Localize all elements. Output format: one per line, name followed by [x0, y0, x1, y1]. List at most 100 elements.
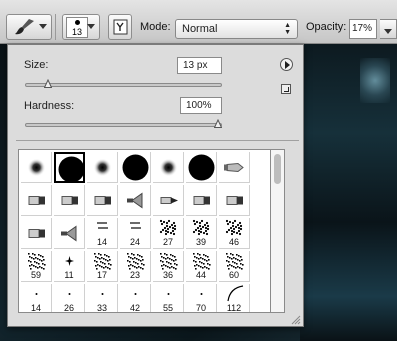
brush-preset-cell[interactable]: 23 — [120, 251, 151, 282]
brush-tip-dot — [75, 20, 80, 25]
brush-preset-cell[interactable]: 55 — [153, 284, 184, 313]
blend-mode-select[interactable]: Normal ▲ ▼ — [175, 19, 298, 39]
hardness-input[interactable]: 100% — [180, 97, 222, 114]
brush-preset-cell[interactable] — [54, 218, 85, 249]
arc-icon — [227, 285, 244, 302]
brush-size-number: 55 — [162, 303, 173, 313]
brush-size-number: 36 — [162, 270, 173, 280]
chevron-down-icon — [384, 29, 392, 34]
brush-preset-cell[interactable] — [186, 152, 217, 183]
brush-size-number: 11 — [64, 270, 74, 280]
brush-size-number: 24 — [129, 237, 140, 247]
toggle-brush-panel-button[interactable] — [108, 14, 132, 40]
hardness-slider-thumb[interactable] — [214, 119, 222, 128]
brush-preset-picker[interactable]: 13 — [62, 14, 100, 40]
brush-preset-cell[interactable] — [120, 185, 151, 216]
size-input[interactable]: 13 px — [177, 57, 222, 74]
brush-size-number: 27 — [162, 237, 173, 247]
options-bar: 13 Mode: Normal ▲ ▼ Opacity: 17% — [0, 0, 397, 44]
brush-preset-cell[interactable] — [21, 218, 52, 249]
brush-preset-cell[interactable]: 42 — [120, 284, 151, 312]
brush-size-number: 17 — [96, 270, 107, 280]
hard-round-icon — [122, 154, 149, 181]
brush-preset-cell[interactable]: 70 — [186, 284, 217, 313]
flat-tip-icon — [226, 196, 243, 205]
brush-size-number: 46 — [228, 237, 239, 247]
brush-grid-scrollbar[interactable] — [271, 149, 285, 313]
brush-preset-cell[interactable]: 59 — [21, 251, 52, 282]
brush-preset-cell[interactable]: 46 — [219, 218, 250, 249]
hard-round-icon — [188, 154, 215, 181]
dot-tiny-icon — [68, 293, 71, 295]
hardness-label: Hardness: — [24, 100, 75, 112]
hard-round-icon — [58, 156, 85, 183]
opacity-label: Opacity: — [306, 21, 347, 33]
brush-size-number: 70 — [195, 303, 206, 313]
dot-tiny-icon — [101, 293, 104, 295]
brush-preset-cell[interactable] — [120, 152, 151, 183]
brush-preset-cell[interactable]: 17 — [87, 251, 118, 282]
brush-preset-cell[interactable]: 26 — [54, 284, 85, 312]
chalk-icon — [226, 253, 244, 270]
brush-preset-cell[interactable]: 14 — [87, 218, 118, 249]
fan-tip-icon — [127, 192, 143, 209]
brush-preset-cell[interactable] — [21, 185, 52, 216]
brush-size-number: 33 — [96, 303, 107, 313]
size-slider-thumb[interactable] — [43, 79, 52, 88]
brush-preset-cell[interactable]: 39 — [186, 218, 217, 249]
brush-icon — [15, 19, 34, 35]
brush-preset-cell[interactable]: 36 — [153, 251, 184, 282]
soft-round-icon — [27, 158, 46, 177]
resize-grip-icon[interactable] — [289, 313, 301, 325]
brush-preset-cell[interactable]: 11 — [54, 251, 85, 282]
chevron-down-icon — [87, 24, 95, 29]
tool-preset-picker[interactable] — [6, 14, 52, 40]
brush-preset-cell[interactable] — [87, 185, 118, 216]
panel-menu-icon[interactable] — [280, 58, 293, 71]
chevron-down-icon — [39, 24, 47, 29]
brush-size-number: 14 — [96, 237, 107, 247]
soft-round-icon — [159, 158, 178, 177]
hardness-slider[interactable] — [25, 123, 222, 127]
flat-tip-icon — [28, 229, 45, 238]
brush-preset-cell[interactable]: 27 — [153, 218, 184, 249]
brush-preset-cell[interactable] — [153, 152, 184, 183]
scatter-icon — [192, 219, 210, 236]
brush-preset-cell[interactable]: 14 — [21, 284, 52, 312]
opacity-dropdown-button[interactable] — [380, 19, 397, 39]
brush-preset-cell[interactable] — [54, 185, 85, 216]
brush-preset-cell[interactable] — [219, 152, 250, 183]
brush-preset-cell[interactable]: 112 — [219, 284, 250, 313]
brush-preset-cell[interactable]: 33 — [87, 284, 118, 313]
brush-size-number: 112 — [226, 303, 242, 313]
bristle-tip-icon — [160, 197, 178, 204]
chalk-icon — [127, 253, 145, 270]
chalk-icon — [193, 253, 211, 270]
size-slider[interactable] — [25, 83, 222, 87]
brush-preset-cell[interactable]: 44 — [186, 251, 217, 282]
brush-preset-cell[interactable] — [21, 152, 52, 183]
brush-preset-cell[interactable] — [54, 152, 85, 183]
size-label: Size: — [24, 59, 49, 71]
fan-tip-icon — [61, 225, 77, 242]
brush-preset-cell[interactable]: 24 — [120, 218, 151, 249]
brush-preset-panel: Size: 13 px Hardness: 100% 14 24 27 39 46 59 1… — [7, 44, 304, 327]
dot-tiny-icon — [200, 293, 203, 295]
brush-preset-cell[interactable] — [186, 185, 217, 216]
brush-preset-cell[interactable] — [87, 152, 118, 183]
brush-preset-cell[interactable] — [219, 185, 250, 216]
updown-arrows-icon: ▲ ▼ — [284, 22, 291, 36]
toolbar-divider — [55, 14, 56, 40]
opacity-input[interactable]: 17% — [349, 19, 377, 39]
brush-preset-cell[interactable] — [153, 185, 184, 216]
new-preset-icon[interactable] — [281, 84, 291, 94]
canvas-highlight — [360, 58, 390, 103]
scatter-icon — [159, 219, 177, 236]
dot-tiny-icon — [167, 293, 170, 295]
brush-size-number: 60 — [228, 270, 239, 280]
brush-preset-cell[interactable]: 60 — [219, 251, 250, 282]
brush-preview: 13 — [66, 17, 88, 38]
scroll-thumb[interactable] — [274, 154, 281, 184]
brush-size-number: 23 — [129, 270, 140, 280]
scatter-icon — [225, 219, 243, 236]
